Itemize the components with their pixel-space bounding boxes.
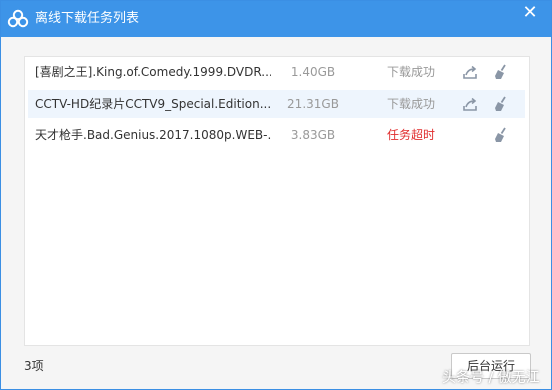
task-size: 3.83GB xyxy=(290,128,336,142)
task-list[interactable]: [喜剧之王].King.of.Comedy.1999.DVDR... 1.40G… xyxy=(24,56,530,346)
task-size: 1.40GB xyxy=(290,65,336,79)
watermark: 头条号 / 傲无江 xyxy=(442,370,540,386)
task-name: 天才枪手.Bad.Genius.2017.1080p.WEB-... xyxy=(35,128,271,142)
task-row[interactable]: [喜剧之王].King.of.Comedy.1999.DVDR... 1.40G… xyxy=(28,58,525,86)
broom-icon[interactable] xyxy=(493,127,509,143)
close-button[interactable]: ✕ xyxy=(519,3,541,25)
broom-icon[interactable] xyxy=(493,96,509,112)
broom-icon[interactable] xyxy=(493,64,509,80)
task-status: 下载成功 xyxy=(386,65,435,79)
task-status: 任务超时 xyxy=(386,128,435,142)
task-name: [喜剧之王].King.of.Comedy.1999.DVDR... xyxy=(35,65,271,79)
task-row[interactable]: CCTV-HD纪录片CCTV9_Special.Edition... 21.31… xyxy=(28,90,525,118)
title-bar[interactable]: 离线下载任务列表 ✕ xyxy=(1,1,551,37)
share-icon[interactable] xyxy=(462,64,478,80)
baidu-cloud-icon xyxy=(7,9,29,28)
task-size: 21.31GB xyxy=(287,97,339,111)
offline-download-window: 离线下载任务列表 ✕ [喜剧之王].King.of.Comedy.1999.DV… xyxy=(0,0,552,390)
window-title: 离线下载任务列表 xyxy=(35,11,140,26)
task-status: 下载成功 xyxy=(386,97,435,111)
task-count: 3项 xyxy=(24,359,44,373)
task-name: CCTV-HD纪录片CCTV9_Special.Edition... xyxy=(35,97,271,111)
share-icon[interactable] xyxy=(462,96,478,112)
task-row[interactable]: 天才枪手.Bad.Genius.2017.1080p.WEB-... 3.83G… xyxy=(28,121,525,149)
